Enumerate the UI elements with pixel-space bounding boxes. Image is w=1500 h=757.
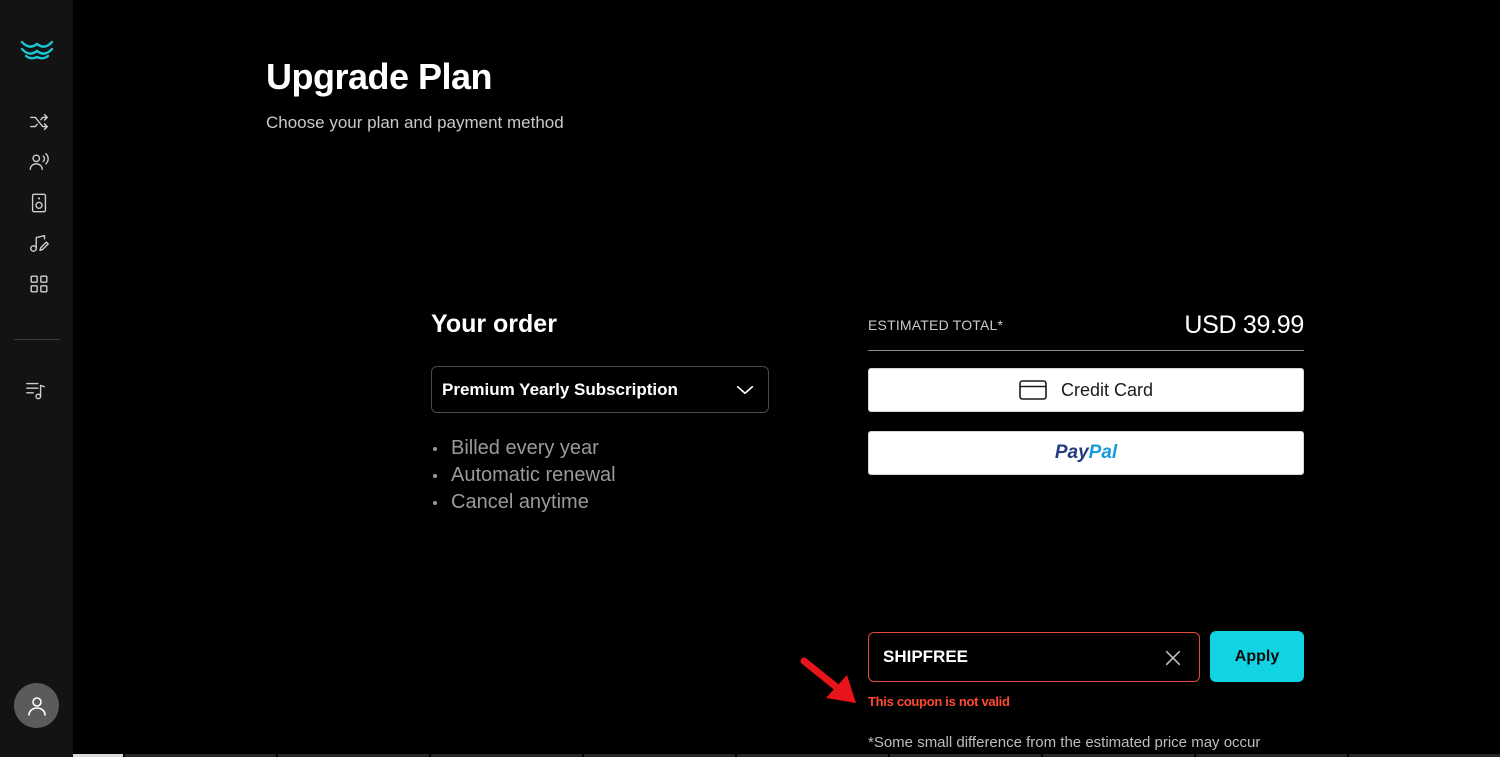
paypal-logo-pal: Pal: [1088, 442, 1118, 463]
list-item: Cancel anytime: [433, 489, 616, 516]
coupon-input[interactable]: [883, 647, 1143, 667]
divider: [868, 350, 1304, 351]
page-title: Upgrade Plan: [266, 56, 493, 97]
shuffle-icon[interactable]: [26, 109, 52, 135]
order-title: Your order: [431, 310, 557, 338]
sidebar: [0, 0, 73, 757]
grid-apps-icon[interactable]: [26, 271, 52, 297]
estimated-total-label: ESTIMATED TOTAL*: [868, 317, 1004, 333]
playlist-music-icon[interactable]: [23, 377, 49, 403]
plan-select[interactable]: Premium Yearly Subscription: [431, 366, 769, 413]
paypal-logo-pay: Pay: [1054, 442, 1089, 463]
voice-user-icon[interactable]: [26, 149, 52, 175]
avatar[interactable]: [14, 683, 59, 728]
sidebar-divider: [14, 339, 60, 340]
annotation-arrow-icon: [800, 657, 856, 703]
user-icon: [27, 696, 46, 716]
coupon-field: [868, 632, 1200, 682]
estimated-total-value: USD 39.99: [1184, 311, 1304, 339]
apply-button[interactable]: Apply: [1210, 631, 1304, 682]
close-icon[interactable]: [1163, 648, 1183, 668]
page-subtitle: Choose your plan and payment method: [266, 113, 564, 132]
plan-select-value: Premium Yearly Subscription: [442, 379, 678, 399]
credit-card-button[interactable]: Credit Card: [868, 368, 1304, 412]
coupon-error-message: This coupon is not valid: [868, 694, 1010, 709]
paypal-button[interactable]: Pay Pal: [868, 431, 1304, 475]
waves-logo-icon[interactable]: [20, 38, 54, 62]
list-item: Automatic renewal: [433, 462, 616, 489]
credit-card-label: Credit Card: [1060, 379, 1154, 400]
plan-features-list: Billed every year Automatic renewal Canc…: [433, 435, 616, 516]
price-footnote: *Some small difference from the estimate…: [868, 734, 1261, 751]
music-edit-icon[interactable]: [26, 230, 52, 256]
credit-card-icon: [1019, 380, 1047, 400]
speaker-icon[interactable]: [26, 190, 52, 216]
chevron-down-icon: [736, 385, 754, 394]
list-item: Billed every year: [433, 435, 616, 462]
